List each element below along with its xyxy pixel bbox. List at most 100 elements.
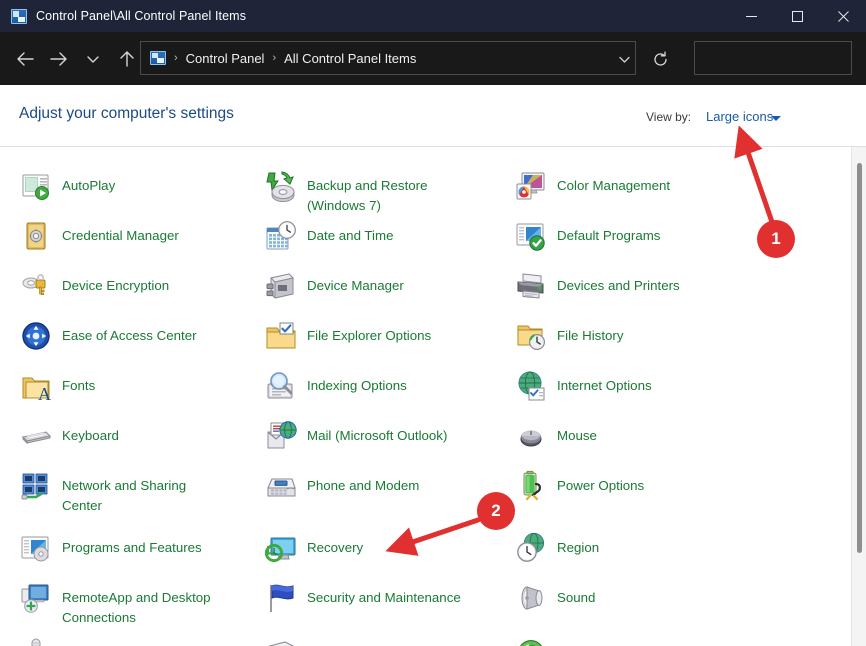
control-panel-item-label[interactable]: Sync Center [557,637,630,646]
control-panel-item-label[interactable]: Keyboard [62,420,119,446]
minimize-button[interactable] [728,0,774,32]
control-panel-item[interactable]: File Explorer Options [265,320,505,352]
control-panel-item[interactable]: Speech Recognition [20,637,260,646]
device-manager-icon [265,270,297,302]
security-maintenance-icon [265,582,297,614]
control-panel-item[interactable]: File History [515,320,755,352]
control-panel-item[interactable]: AutoPlay [20,170,260,202]
search-box[interactable] [694,41,852,75]
control-panel-item-label[interactable]: Backup and Restore (Windows 7) [307,170,427,216]
control-panel-item[interactable]: Mail (Microsoft Outlook) [265,420,505,452]
fonts-icon: A [20,370,52,402]
control-panel-item[interactable]: Device Encryption [20,270,260,302]
page-title: Adjust your computer's settings [19,105,234,123]
control-panel-item[interactable]: Sound [515,582,755,614]
control-panel-item-label[interactable]: Programs and Features [62,532,202,558]
control-panel-item[interactable]: Security and Maintenance [265,582,505,614]
control-panel-item[interactable]: Recovery [265,532,505,564]
maximize-button[interactable] [774,0,820,32]
search-input[interactable] [695,51,858,65]
window-controls [728,0,866,32]
control-panel-item[interactable]: Region [515,532,755,564]
control-panel-item-label[interactable]: RemoteApp and Desktop Connections [62,582,211,628]
control-panel-item-label[interactable]: File History [557,320,624,346]
control-panel-item-label[interactable]: Recovery [307,532,363,558]
control-panel-item-label[interactable]: Color Management [557,170,670,196]
control-panel-item-label[interactable]: Phone and Modem [307,470,419,496]
breadcrumb-item-all-control-panel-items[interactable]: All Control Panel Items [284,51,416,66]
recent-locations-chevron-down-icon[interactable] [76,42,110,76]
control-panel-item-label[interactable]: Storage Spaces [307,637,402,646]
control-panel-item[interactable]: A Fonts [20,370,260,402]
control-panel-item[interactable]: Date and Time [265,220,505,252]
ease-of-access-icon [20,320,52,352]
control-panel-item-label[interactable]: Region [557,532,599,558]
scrollbar-thumb[interactable] [857,163,862,553]
control-panel-item-label[interactable]: Network and Sharing Center [62,470,186,516]
control-panel-item-label[interactable]: Ease of Access Center [62,320,197,346]
view-by-value[interactable]: Large icons [706,109,773,124]
control-panel-item[interactable]: Keyboard [20,420,260,452]
control-panel-item[interactable]: Ease of Access Center [20,320,260,352]
breadcrumb-separator: › [174,52,178,64]
control-panel-item-label[interactable]: Device Manager [307,270,404,296]
control-panel-item[interactable]: Mouse [515,420,755,452]
caret-down-icon[interactable] [771,116,781,121]
control-panel-item[interactable]: Device Manager [265,270,505,302]
control-panel-item-label[interactable]: Speech Recognition [62,637,181,646]
up-arrow-icon[interactable] [110,42,144,76]
control-panel-item[interactable]: RemoteApp and Desktop Connections [20,582,260,628]
title-bar: Control Panel\All Control Panel Items [0,0,866,32]
control-panel-item[interactable]: Internet Options [515,370,755,402]
breadcrumb-item-control-panel[interactable]: Control Panel [186,51,265,66]
control-panel-item[interactable]: Credential Manager [20,220,260,252]
control-panel-item[interactable]: Storage Spaces [265,637,505,646]
control-panel-item-label[interactable]: Device Encryption [62,270,169,296]
mail-icon [265,420,297,452]
control-panel-item[interactable]: Devices and Printers [515,270,755,302]
search-icon[interactable] [858,44,866,72]
control-panel-item[interactable]: Network and Sharing Center [20,470,260,516]
control-panel-item[interactable]: Default Programs [515,220,755,252]
control-panel-item-label[interactable]: Power Options [557,470,644,496]
vertical-scrollbar[interactable] [851,147,866,646]
control-panel-item-label[interactable]: Indexing Options [307,370,407,396]
address-chevron-down-icon[interactable] [614,50,634,68]
control-panel-item-label[interactable]: Mail (Microsoft Outlook) [307,420,447,446]
control-panel-item[interactable]: Phone and Modem [265,470,505,502]
control-panel-item-label[interactable]: Fonts [62,370,95,396]
window-title: Control Panel\All Control Panel Items [36,9,246,23]
refresh-icon[interactable] [648,47,672,71]
control-panel-item-label[interactable]: Mouse [557,420,597,446]
address-bar[interactable]: › Control Panel › All Control Panel Item… [140,41,636,75]
backup-restore-icon [265,170,297,202]
forward-arrow-icon[interactable] [42,42,76,76]
control-panel-icon [11,9,27,24]
control-panel-item[interactable]: Power Options [515,470,755,502]
control-panel-item-label[interactable]: Internet Options [557,370,652,396]
remoteapp-icon [20,582,52,614]
control-panel-item[interactable]: Backup and Restore (Windows 7) [265,170,505,216]
control-panel-item-label[interactable]: Security and Maintenance [307,582,461,608]
control-panel-item-label[interactable]: File Explorer Options [307,320,431,346]
control-panel-item-label[interactable]: Credential Manager [62,220,179,246]
control-panel-item[interactable]: Indexing Options [265,370,505,402]
power-options-icon [515,470,547,502]
network-sharing-icon [20,470,52,502]
close-button[interactable] [820,0,866,32]
control-panel-item-label[interactable]: Date and Time [307,220,393,246]
indexing-options-icon [265,370,297,402]
region-icon [515,532,547,564]
default-programs-icon [515,220,547,252]
header-band: Adjust your computer's settings View by:… [0,85,866,147]
breadcrumb-separator: › [272,52,276,64]
control-panel-items-grid: AutoPlay Credential Manager Device Encry… [0,147,866,646]
control-panel-item[interactable]: Programs and Features [20,532,260,564]
control-panel-item-label[interactable]: Default Programs [557,220,660,246]
control-panel-item-label[interactable]: AutoPlay [62,170,115,196]
back-arrow-icon[interactable] [8,42,42,76]
control-panel-item-label[interactable]: Sound [557,582,595,608]
control-panel-item[interactable]: Color Management [515,170,755,202]
control-panel-item-label[interactable]: Devices and Printers [557,270,680,296]
control-panel-item[interactable]: Sync Center [515,637,755,646]
